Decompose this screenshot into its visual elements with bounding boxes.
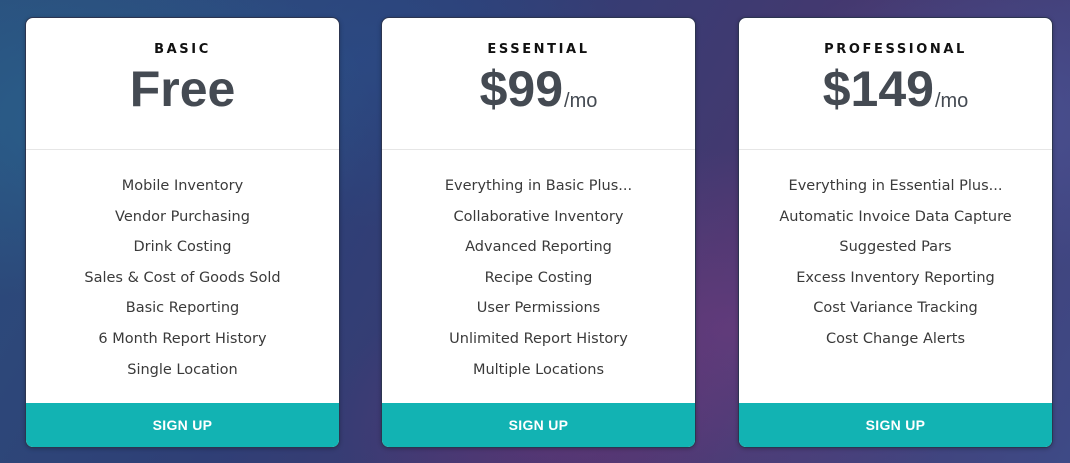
feature-item: Multiple Locations: [472, 361, 605, 378]
feature-list: Mobile Inventory Vendor Purchasing Drink…: [26, 150, 339, 385]
plan-name: PROFESSIONAL: [824, 42, 967, 57]
pricing-card-essential: ESSENTIAL $99 /mo Everything in Basic Pl…: [381, 17, 696, 448]
feature-list: Everything in Basic Plus... Collaborativ…: [382, 150, 695, 385]
feature-item: Unlimited Report History: [449, 330, 628, 347]
feature-item: Everything in Basic Plus...: [444, 178, 633, 194]
plan-name: ESSENTIAL: [487, 42, 590, 57]
card-header: PROFESSIONAL $149 /mo: [739, 18, 1052, 150]
price-period: /mo: [564, 90, 598, 112]
plan-name: BASIC: [154, 42, 211, 57]
price-row: $99 /mo: [382, 64, 695, 114]
feature-item: Cost Variance Tracking: [813, 300, 978, 317]
price-row: Free: [26, 64, 339, 114]
sign-up-button-professional[interactable]: SIGN UP: [739, 403, 1052, 447]
feature-item: Collaborative Inventory: [453, 208, 624, 225]
plan-price: $99: [479, 61, 564, 117]
feature-item: Advanced Reporting: [465, 239, 612, 256]
feature-item: Mobile Inventory: [121, 178, 244, 194]
feature-item: Cost Change Alerts: [825, 330, 966, 347]
sign-up-button-essential[interactable]: SIGN UP: [382, 403, 695, 447]
pricing-card-professional: PROFESSIONAL $149 /mo Everything in Esse…: [738, 17, 1053, 448]
feature-item: Recipe Costing: [484, 269, 593, 286]
feature-item: Basic Reporting: [125, 300, 240, 317]
price-row: $149 /mo: [739, 64, 1052, 114]
feature-item: Automatic Invoice Data Capture: [779, 208, 1012, 225]
feature-item: Drink Costing: [133, 239, 232, 256]
feature-item: Single Location: [127, 361, 238, 378]
feature-item: Vendor Purchasing: [115, 208, 250, 225]
sign-up-button-basic[interactable]: SIGN UP: [26, 403, 339, 447]
feature-item: Suggested Pars: [839, 239, 952, 256]
feature-item: Sales & Cost of Goods Sold: [84, 269, 281, 286]
plan-price: Free: [129, 61, 236, 117]
card-header: BASIC Free: [26, 18, 339, 150]
feature-list: Everything in Essential Plus... Automati…: [739, 150, 1052, 355]
pricing-card-basic: BASIC Free Mobile Inventory Vendor Purch…: [25, 17, 340, 448]
feature-item: 6 Month Report History: [98, 330, 267, 347]
price-period: /mo: [934, 90, 969, 112]
plan-price: $149: [822, 61, 934, 117]
feature-item: Everything in Essential Plus...: [788, 178, 1003, 194]
feature-item: Excess Inventory Reporting: [796, 269, 995, 286]
feature-item: User Permissions: [476, 300, 601, 317]
card-header: ESSENTIAL $99 /mo: [382, 18, 695, 150]
